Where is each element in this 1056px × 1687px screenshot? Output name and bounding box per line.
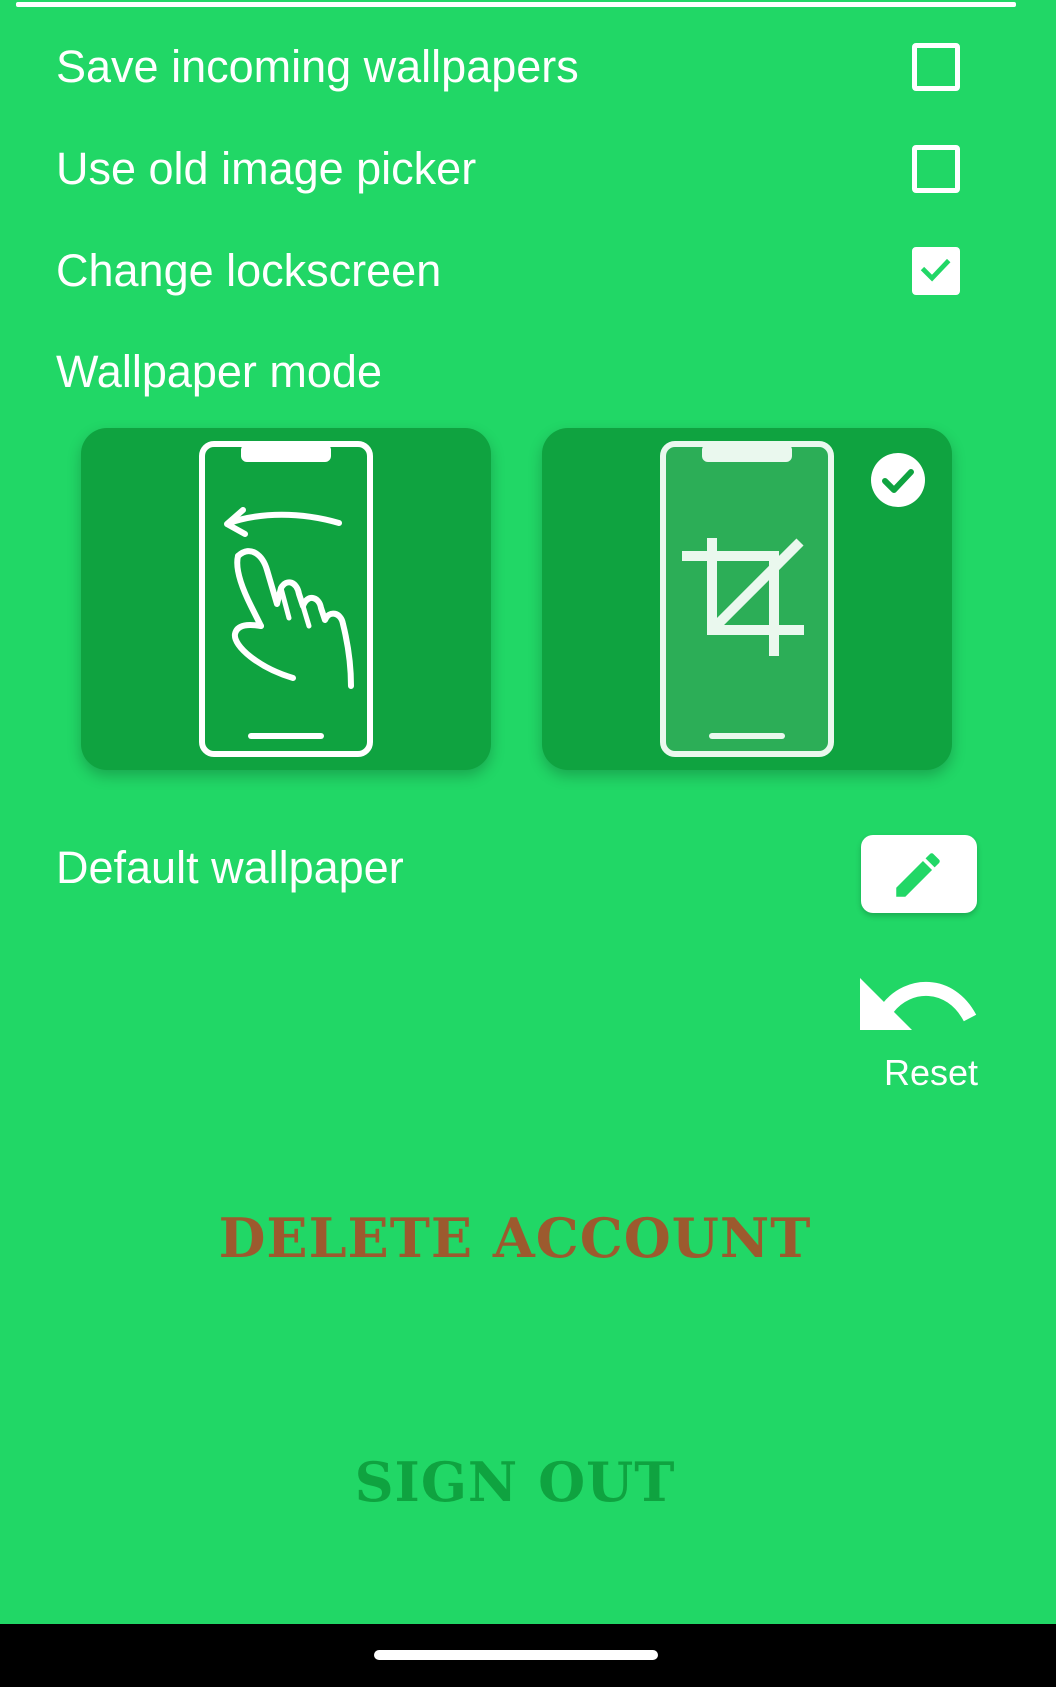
change-lockscreen-label: Change lockscreen — [56, 245, 442, 296]
use-old-image-picker-checkbox[interactable] — [912, 145, 960, 193]
delete-account-button[interactable]: DELETE ACCOUNT — [0, 1206, 1030, 1270]
setting-change-lockscreen[interactable]: Change lockscreen — [56, 236, 986, 306]
checkmark-icon — [920, 258, 951, 282]
use-old-image-picker-label: Use old image picker — [56, 143, 477, 194]
pencil-icon — [896, 853, 940, 897]
setting-save-incoming-wallpapers[interactable]: Save incoming wallpapers — [56, 32, 986, 102]
reset-label: Reset — [884, 1052, 979, 1093]
default-wallpaper-label: Default wallpaper — [56, 842, 404, 893]
wallpaper-mode-scrolling-card[interactable] — [81, 428, 491, 770]
phone-swipe-hand-icon — [199, 441, 373, 757]
selected-check-icon — [871, 453, 925, 507]
top-divider — [16, 2, 1016, 7]
system-navigation-bar — [0, 1624, 1056, 1687]
save-incoming-wallpapers-checkbox[interactable] — [912, 43, 960, 91]
wallpaper-mode-label: Wallpaper mode — [56, 346, 382, 397]
save-incoming-wallpapers-label: Save incoming wallpapers — [56, 41, 579, 92]
change-lockscreen-checkbox[interactable] — [912, 247, 960, 295]
setting-use-old-image-picker[interactable]: Use old image picker — [56, 134, 986, 204]
settings-screen: Save incoming wallpapers Use old image p… — [0, 0, 1056, 1624]
home-indicator[interactable] — [374, 1650, 658, 1660]
wallpaper-mode-cropped-card[interactable] — [542, 428, 952, 770]
edit-default-wallpaper-button[interactable] — [861, 835, 977, 913]
reset-default-wallpaper-button[interactable]: Reset — [858, 972, 982, 1096]
undo-arrow-icon — [860, 978, 977, 1030]
sign-out-button[interactable]: SIGN OUT — [0, 1450, 1030, 1514]
